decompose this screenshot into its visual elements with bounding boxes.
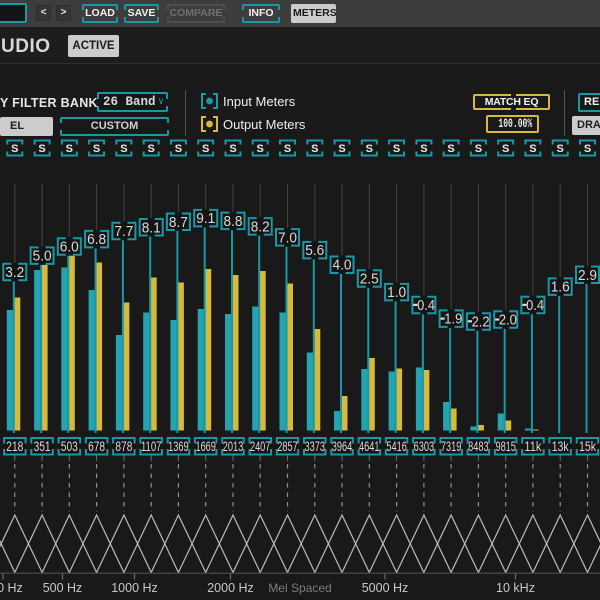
svg-text:S: S [338,143,345,155]
svg-text:6.0: 6.0 [60,240,79,256]
svg-text:S: S [284,143,291,155]
svg-text:5.6: 5.6 [305,243,324,259]
svg-text:0.4: 0.4 [526,298,544,314]
svg-text:S: S [366,143,373,155]
svg-text:7319: 7319 [441,439,462,454]
svg-text:S: S [584,143,591,155]
svg-text:S: S [38,143,45,155]
svg-text:13k: 13k [552,439,569,454]
svg-text:2.9: 2.9 [578,268,597,284]
svg-text:5.0: 5.0 [33,249,52,265]
svg-text:9815: 9815 [495,439,516,454]
svg-text:1.6: 1.6 [551,280,570,296]
svg-text:6303: 6303 [414,439,435,454]
svg-text:2.0: 2.0 [499,313,517,329]
svg-text:1.0: 1.0 [387,285,406,301]
svg-text:S: S [202,143,209,155]
svg-text:678: 678 [88,439,105,454]
svg-text:503: 503 [61,439,78,454]
svg-text:2407: 2407 [250,439,271,454]
svg-text:3373: 3373 [305,439,326,454]
svg-text:2.2: 2.2 [472,314,490,330]
svg-text:218: 218 [6,439,23,454]
svg-text:500 Hz: 500 Hz [43,581,83,595]
svg-text:S: S [257,143,264,155]
svg-text:2857: 2857 [277,439,298,454]
svg-text:S: S [529,143,536,155]
svg-text:8.2: 8.2 [251,219,270,235]
svg-text:8.8: 8.8 [224,214,243,230]
svg-text:S: S [475,143,482,155]
svg-text:1669: 1669 [195,439,216,454]
svg-text:200 Hz: 200 Hz [0,581,23,595]
svg-text:7.0: 7.0 [278,230,297,246]
svg-text:S: S [11,143,18,155]
svg-text:1.9: 1.9 [444,312,462,328]
svg-text:878: 878 [115,439,132,454]
svg-text:15k: 15k [579,439,596,454]
svg-text:1000 Hz: 1000 Hz [111,581,158,595]
svg-text:5000 Hz: 5000 Hz [362,581,409,595]
svg-text:S: S [229,143,236,155]
svg-text:11k: 11k [524,439,541,454]
svg-text:4641: 4641 [359,439,380,454]
svg-text:2000 Hz: 2000 Hz [207,581,254,595]
svg-text:2.5: 2.5 [360,271,379,287]
svg-text:2013: 2013 [223,439,244,454]
svg-text:4.0: 4.0 [333,258,352,274]
svg-text:S: S [420,143,427,155]
svg-text:1107: 1107 [141,439,162,454]
svg-text:S: S [311,143,318,155]
svg-text:S: S [66,143,73,155]
svg-text:1369: 1369 [168,439,189,454]
svg-text:S: S [393,143,400,155]
svg-text:S: S [447,143,454,155]
svg-text:9.1: 9.1 [196,211,215,227]
svg-text:S: S [502,143,509,155]
svg-text:3.2: 3.2 [5,265,24,281]
svg-text:10 kHz: 10 kHz [496,581,535,595]
svg-text:8483: 8483 [468,439,489,454]
svg-text:S: S [120,143,127,155]
svg-text:3964: 3964 [332,439,353,454]
svg-text:S: S [175,143,182,155]
svg-text:8.1: 8.1 [142,220,161,236]
svg-text:8.7: 8.7 [169,215,188,231]
svg-text:S: S [93,143,100,155]
svg-text:Mel Spaced: Mel Spaced [268,581,331,595]
svg-text:6.8: 6.8 [87,232,106,248]
svg-text:S: S [557,143,564,155]
svg-text:5416: 5416 [386,439,407,454]
svg-text:0.4: 0.4 [417,298,435,314]
svg-text:351: 351 [34,439,51,454]
svg-text:7.7: 7.7 [114,224,133,240]
svg-text:S: S [148,143,155,155]
